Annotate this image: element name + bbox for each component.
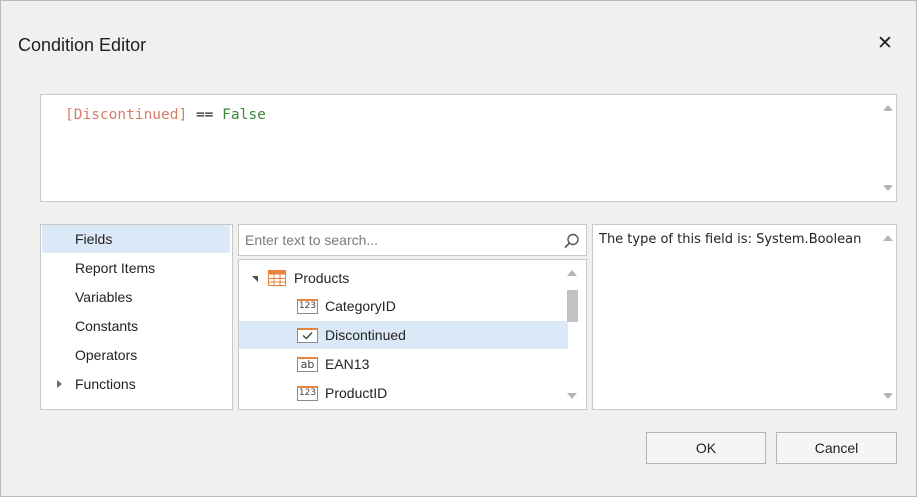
ok-button[interactable]: OK bbox=[646, 432, 766, 464]
string-type-icon: ab bbox=[297, 357, 318, 372]
tree-node-products[interactable]: Products bbox=[239, 264, 568, 292]
close-button[interactable]: ✕ bbox=[871, 31, 899, 57]
category-item-functions[interactable]: Functions bbox=[42, 370, 230, 398]
scroll-thumb[interactable] bbox=[567, 290, 578, 322]
expression-value-token: False bbox=[222, 107, 266, 123]
category-list: Fields Report Items Variables Constants … bbox=[40, 224, 233, 410]
category-item-report-items[interactable]: Report Items bbox=[42, 254, 230, 282]
search-icon[interactable] bbox=[563, 232, 581, 250]
category-item-constants[interactable]: Constants bbox=[42, 312, 230, 340]
tree-scrollbar[interactable] bbox=[563, 260, 580, 409]
category-label: Functions bbox=[75, 376, 136, 392]
collapse-arrow-icon[interactable] bbox=[252, 276, 258, 282]
tree-node-ean13[interactable]: ab EAN13 bbox=[239, 350, 568, 378]
tree-node-label: Products bbox=[294, 270, 350, 286]
tree-node-label: ProductID bbox=[325, 385, 388, 401]
scroll-up-icon[interactable] bbox=[883, 105, 893, 111]
tree-node-label: Discontinued bbox=[325, 327, 406, 343]
boolean-type-icon bbox=[297, 328, 318, 343]
search-input[interactable] bbox=[239, 225, 559, 255]
condition-editor-dialog: Condition Editor ✕ [Discontinued] == Fal… bbox=[0, 0, 917, 497]
scroll-down-icon[interactable] bbox=[883, 185, 893, 191]
tree-node-productid[interactable]: 123 ProductID bbox=[239, 379, 568, 407]
title-bar: Condition Editor ✕ bbox=[1, 1, 916, 80]
expression-text[interactable]: [Discontinued] == False bbox=[65, 107, 266, 123]
description-text: The type of this field is: System.Boolea… bbox=[599, 232, 862, 247]
category-label: Report Items bbox=[75, 260, 156, 276]
category-label: Variables bbox=[75, 289, 133, 305]
field-tree: Products 123 CategoryID Discontinued ab … bbox=[238, 259, 587, 410]
tree-node-discontinued[interactable]: Discontinued bbox=[239, 321, 568, 349]
tree-node-categoryid[interactable]: 123 CategoryID bbox=[239, 292, 568, 320]
tree-node-label: EAN13 bbox=[325, 356, 370, 372]
scroll-down-icon[interactable] bbox=[567, 393, 577, 399]
category-label: Operators bbox=[75, 347, 138, 363]
expression-field-token: [Discontinued] bbox=[65, 107, 188, 123]
description-scrollbar[interactable] bbox=[879, 225, 896, 409]
expression-editor[interactable]: [Discontinued] == False bbox=[40, 94, 897, 202]
search-box bbox=[238, 224, 587, 256]
close-icon[interactable]: ✕ bbox=[877, 33, 893, 54]
expression-scrollbar[interactable] bbox=[879, 95, 896, 201]
numeric-type-icon: 123 bbox=[297, 299, 318, 314]
scroll-up-icon[interactable] bbox=[883, 235, 893, 241]
numeric-type-icon: 123 bbox=[297, 386, 318, 401]
category-item-operators[interactable]: Operators bbox=[42, 341, 230, 369]
category-label: Fields bbox=[75, 231, 113, 247]
tree-node-label: CategoryID bbox=[325, 298, 396, 314]
description-panel: The type of this field is: System.Boolea… bbox=[592, 224, 897, 410]
category-label: Constants bbox=[75, 318, 139, 334]
scroll-up-icon[interactable] bbox=[567, 270, 577, 276]
expand-arrow-icon[interactable] bbox=[57, 380, 62, 388]
scroll-down-icon[interactable] bbox=[883, 393, 893, 399]
category-item-fields[interactable]: Fields bbox=[42, 225, 230, 253]
cancel-button[interactable]: Cancel bbox=[776, 432, 897, 464]
dialog-title: Condition Editor bbox=[18, 35, 147, 55]
category-item-variables[interactable]: Variables bbox=[42, 283, 230, 311]
expression-operator-token: == bbox=[195, 107, 214, 123]
table-icon bbox=[268, 270, 286, 286]
